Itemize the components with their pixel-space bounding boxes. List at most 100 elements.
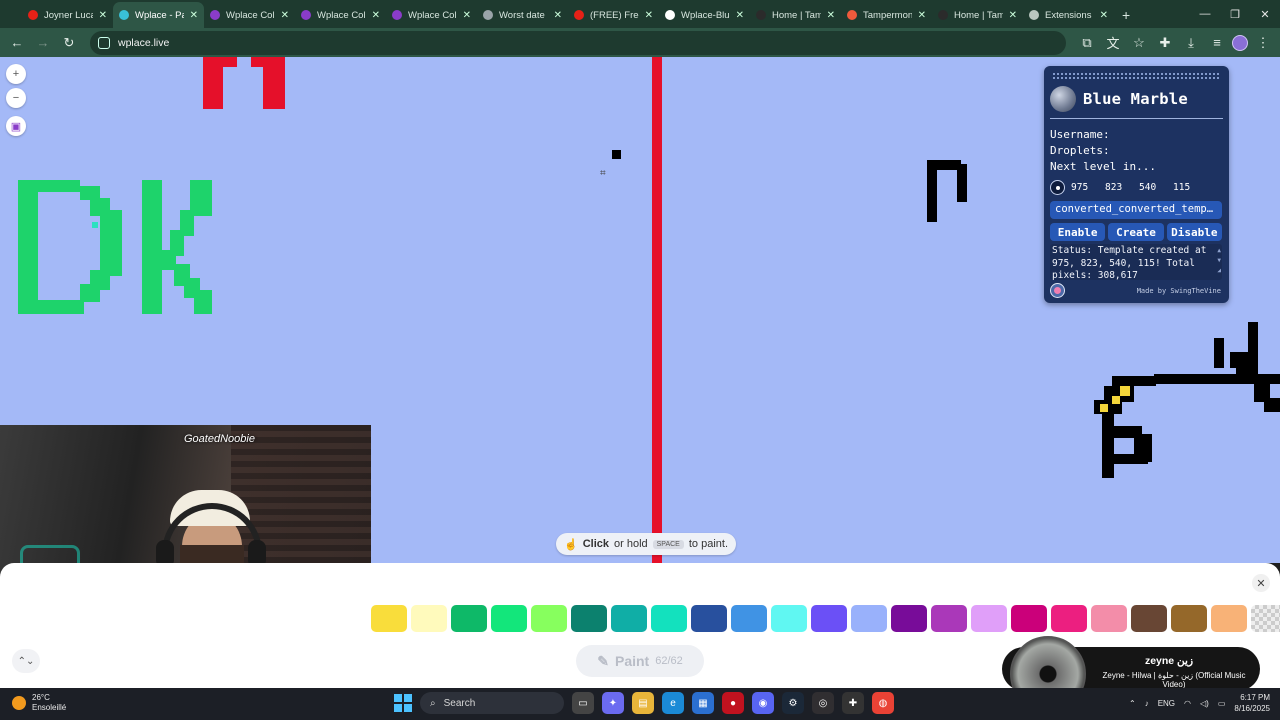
color-swatch[interactable] <box>491 605 527 632</box>
disable-button[interactable]: Disable <box>1166 223 1222 241</box>
file-explorer-icon[interactable]: ▤ <box>632 692 654 714</box>
twitch-icon[interactable]: ▣ <box>6 116 26 136</box>
browser-tab[interactable]: Wplace Color ✕ <box>204 2 295 28</box>
color-swatch[interactable] <box>971 605 1007 632</box>
maximize-button[interactable]: ❐ <box>1220 0 1250 28</box>
coordinate-pin-icon[interactable] <box>1050 180 1065 195</box>
status-output[interactable]: Status: Template created at 975, 823, 54… <box>1050 244 1222 280</box>
color-swatch[interactable] <box>1011 605 1047 632</box>
taskbar-search[interactable]: ⌕ Search <box>420 692 564 714</box>
close-palette-button[interactable]: ✕ <box>1252 574 1270 592</box>
browser-tab[interactable]: Tampermonkey ✕ <box>841 2 932 28</box>
browser-tab[interactable]: Wplace Color ✕ <box>386 2 477 28</box>
tab-close-icon[interactable]: ✕ <box>1009 10 1017 21</box>
tab-close-icon[interactable]: ✕ <box>736 10 744 21</box>
color-swatch[interactable] <box>851 605 887 632</box>
forward-icon[interactable]: → <box>32 32 54 54</box>
coord-tile-x-input[interactable]: 975 <box>1071 182 1105 193</box>
site-info-icon[interactable] <box>98 36 110 49</box>
create-button[interactable]: Create <box>1108 223 1164 241</box>
color-swatch[interactable] <box>1131 605 1167 632</box>
browser-tab[interactable]: Home | Tampermonkey ✕ <box>750 2 841 28</box>
wifi-icon[interactable]: ◠ <box>1184 699 1191 708</box>
recording-app-icon[interactable]: ● <box>722 692 744 714</box>
color-swatch[interactable] <box>811 605 847 632</box>
color-swatch[interactable] <box>571 605 607 632</box>
bookmark-star-icon[interactable]: ☆ <box>1128 32 1150 54</box>
tab-close-icon[interactable]: ✕ <box>827 10 835 21</box>
coord-pixel-x-input[interactable]: 540 <box>1139 182 1173 193</box>
battery-icon[interactable]: ▭ <box>1218 699 1226 708</box>
color-swatch[interactable] <box>771 605 807 632</box>
browser-tab[interactable]: Home | Tampermonkey ✕ <box>932 2 1023 28</box>
tab-close-icon[interactable]: ✕ <box>554 10 562 21</box>
close-window-button[interactable]: ✕ <box>1250 0 1280 28</box>
browser-tab[interactable]: Wplace-BlueMarble ✕ <box>659 2 750 28</box>
browser-tab[interactable]: Worst date ✕ <box>477 2 568 28</box>
tab-close-icon[interactable]: ✕ <box>190 10 198 21</box>
tab-close-icon[interactable]: ✕ <box>99 10 107 21</box>
tab-close-icon[interactable]: ✕ <box>372 10 380 21</box>
color-swatch[interactable] <box>691 605 727 632</box>
extensions-puzzle-icon[interactable]: ✚ <box>1154 32 1176 54</box>
globe-icon[interactable] <box>1050 86 1076 112</box>
color-swatch[interactable] <box>1211 605 1247 632</box>
media-notification[interactable]: zeyne زين Zeyne - Hilwa | زين - حلوة (Of… <box>1002 636 1260 712</box>
chrome-icon[interactable]: ◍ <box>872 692 894 714</box>
paint-button[interactable]: ✎ Paint 62/62 <box>576 645 704 677</box>
clock[interactable]: 6:17 PM 8/16/2025 <box>1234 692 1270 714</box>
settings-flower-icon[interactable] <box>1050 283 1065 298</box>
color-swatch[interactable] <box>651 605 687 632</box>
menu-kebab-icon[interactable]: ⋮ <box>1252 32 1274 54</box>
download-icon[interactable]: ⤓ <box>1180 32 1202 54</box>
browser-tab[interactable]: Extensions ✕ <box>1023 2 1114 28</box>
tab-close-icon[interactable]: ✕ <box>1100 10 1108 21</box>
drag-handle[interactable] <box>1052 72 1221 80</box>
tab-close-icon[interactable]: ✕ <box>645 10 653 21</box>
color-swatch[interactable] <box>371 605 407 632</box>
edge-icon[interactable]: e <box>662 692 684 714</box>
color-swatch[interactable] <box>931 605 967 632</box>
enable-button[interactable]: Enable <box>1050 223 1106 241</box>
browser-tab[interactable]: (FREE) Freestyle ✕ <box>568 2 659 28</box>
tab-close-icon[interactable]: ✕ <box>281 10 289 21</box>
reading-list-icon[interactable]: ≡ <box>1206 32 1228 54</box>
profile-avatar[interactable] <box>1232 34 1248 51</box>
color-swatch[interactable] <box>731 605 767 632</box>
coord-tile-y-input[interactable]: 823 <box>1105 182 1139 193</box>
install-app-icon[interactable]: ⧉ <box>1076 32 1098 54</box>
back-icon[interactable]: ← <box>6 32 28 54</box>
template-file-input[interactable]: converted_converted_template.png <box>1050 201 1222 219</box>
windows-start-icon[interactable] <box>394 694 412 712</box>
task-view-icon[interactable]: ▭ <box>572 692 594 714</box>
color-swatch[interactable] <box>1051 605 1087 632</box>
discord-icon[interactable]: ◉ <box>752 692 774 714</box>
coord-pixel-y-input[interactable]: 115 <box>1173 182 1207 193</box>
translate-icon[interactable]: 文 <box>1102 32 1124 54</box>
volume-icon[interactable]: ◁) <box>1200 699 1209 708</box>
zoom-out-button[interactable]: − <box>6 88 26 108</box>
color-swatch[interactable] <box>611 605 647 632</box>
address-bar[interactable]: wplace.live <box>90 30 1066 55</box>
language-indicator[interactable]: ENG <box>1158 699 1175 708</box>
obs-icon[interactable]: ◎ <box>812 692 834 714</box>
game-app-icon[interactable]: ✚ <box>842 692 864 714</box>
color-swatch[interactable] <box>891 605 927 632</box>
copilot-icon[interactable]: ✦ <box>602 692 624 714</box>
color-swatch[interactable] <box>531 605 567 632</box>
browser-tab[interactable]: Wplace - Paint the world ✕ <box>113 2 204 28</box>
color-swatch[interactable] <box>1171 605 1207 632</box>
new-tab-button[interactable]: + <box>1114 2 1138 28</box>
status-scrollbar[interactable]: ▲ ▼ ◢ <box>1217 246 1221 276</box>
browser-tab[interactable]: Wplace Color ✕ <box>295 2 386 28</box>
store-icon[interactable]: ▦ <box>692 692 714 714</box>
reload-icon[interactable]: ↻ <box>58 32 80 54</box>
browser-tab[interactable]: Joyner Lucas ✕ <box>22 2 113 28</box>
weather-widget[interactable]: 26°C Ensoleillé <box>12 693 66 713</box>
color-swatch[interactable] <box>1091 605 1127 632</box>
color-swatch-transparent[interactable] <box>1251 605 1280 632</box>
zoom-in-button[interactable]: + <box>6 64 26 84</box>
tab-close-icon[interactable]: ✕ <box>918 10 926 21</box>
tab-close-icon[interactable]: ✕ <box>463 10 471 21</box>
tray-mic-icon[interactable]: ♪ <box>1145 699 1149 708</box>
